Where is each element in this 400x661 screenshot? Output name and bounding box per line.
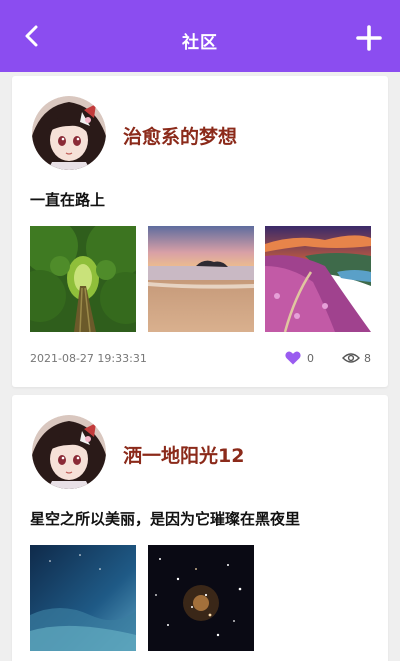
post-image-starry-galaxy[interactable] [148,545,254,651]
like-button[interactable]: 0 [285,351,325,367]
post-text: 一直在路上 [30,191,106,209]
post-username[interactable]: 洒一地阳光12 [123,441,244,468]
avatar[interactable] [32,96,106,170]
post-card[interactable]: 治愈系的梦想 一直在路上 2021-08-27 19:33:31 0 8 [12,76,388,387]
post-image-green-tunnel[interactable] [30,226,136,332]
avatar[interactable] [32,415,106,489]
post-image-sunset-beach[interactable] [148,226,254,332]
top-bar: 社区 [0,0,400,72]
post-card[interactable]: 洒一地阳光12 星空之所以美丽，是因为它璀璨在黑夜里 [12,395,388,661]
post-image-flower-hill[interactable] [265,226,371,332]
post-images [30,545,372,651]
post-text: 星空之所以美丽，是因为它璀璨在黑夜里 [30,510,301,528]
post-timestamp: 2021-08-27 19:33:31 [30,352,147,365]
post-username[interactable]: 治愈系的梦想 [123,122,237,149]
page-title: 社区 [182,33,218,53]
post-image-blue-sky[interactable] [30,545,136,651]
view-count: 8 [364,352,371,365]
eye-icon [342,353,360,363]
heart-icon [285,351,301,365]
post-feed: 治愈系的梦想 一直在路上 2021-08-27 19:33:31 0 8 洒一地… [12,76,388,661]
plus-icon[interactable] [356,25,382,51]
like-count: 0 [307,352,314,365]
view-counter: 8 [342,351,382,367]
post-images [30,226,372,332]
